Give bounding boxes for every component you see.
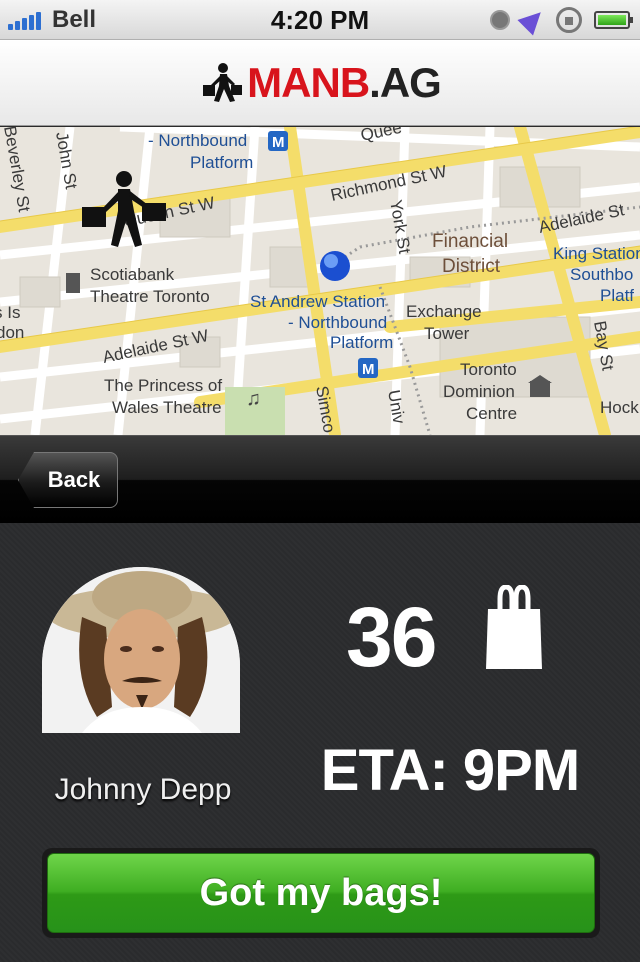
map-label: District	[442, 256, 501, 277]
map-label: King Station	[553, 244, 640, 263]
map-label: Platform	[330, 333, 393, 352]
map-label: Scotiabank	[90, 265, 175, 284]
svg-text:M: M	[362, 361, 375, 378]
map-label: Tower	[424, 324, 470, 343]
map-label: Theatre Toronto	[90, 287, 210, 306]
map-label: Platform	[190, 153, 253, 172]
map-label: Dominion	[443, 382, 515, 401]
map-label: Toronto	[460, 360, 517, 379]
rotation-lock-icon	[556, 7, 582, 33]
bag-count: 36	[346, 590, 437, 684]
subway-marker-icon: M	[358, 358, 378, 378]
app-logo: MANB.AG	[199, 58, 442, 107]
avatar	[42, 567, 240, 733]
map-label: Exchange	[406, 302, 482, 321]
map-label: Hock	[600, 398, 639, 417]
svg-text:M: M	[272, 134, 285, 151]
map-label: Platf	[600, 286, 634, 305]
map-view[interactable]: - Northbound Platform Quee John St Bever…	[0, 127, 640, 435]
theatre-icon	[66, 273, 80, 293]
current-location-marker[interactable]	[320, 251, 350, 281]
map-label: - Northbound	[288, 313, 387, 332]
map-label: Centre	[466, 404, 517, 423]
alarm-icon	[490, 10, 510, 30]
map-label: St Andrew Station	[250, 292, 385, 311]
map-label: Wales Theatre	[112, 398, 222, 417]
action-button-frame: Got my bags!	[42, 848, 600, 938]
navigation-bar: Back	[0, 435, 640, 523]
shopping-bag-icon	[486, 585, 542, 669]
back-button[interactable]: Back	[18, 452, 118, 508]
logo-text-main: MANB	[247, 58, 370, 106]
map-label: don	[0, 323, 24, 342]
location-arrow-icon	[517, 4, 549, 36]
app-header: MANB.AG	[0, 40, 640, 126]
logo-text-suffix: .AG	[369, 58, 442, 106]
got-my-bags-button[interactable]: Got my bags!	[47, 853, 595, 933]
map-label: - Northbound	[148, 131, 247, 150]
subway-marker-icon: M	[268, 131, 288, 151]
delivery-details: Johnny Depp 36 ETA: 9PM Got my bags!	[0, 523, 640, 962]
map-label: Financial	[432, 231, 508, 252]
courier-name: Johnny Depp	[54, 773, 232, 806]
music-icon: ♫	[246, 388, 261, 410]
shopper-logo-icon	[203, 62, 243, 102]
map-label: Southbo	[570, 265, 633, 284]
eta-label: ETA: 9PM	[320, 738, 580, 803]
map-label: The Princess of	[104, 376, 222, 395]
battery-icon	[594, 11, 633, 29]
map-label: s Is	[0, 303, 20, 322]
status-bar: Bell 4:20 PM	[0, 0, 640, 40]
